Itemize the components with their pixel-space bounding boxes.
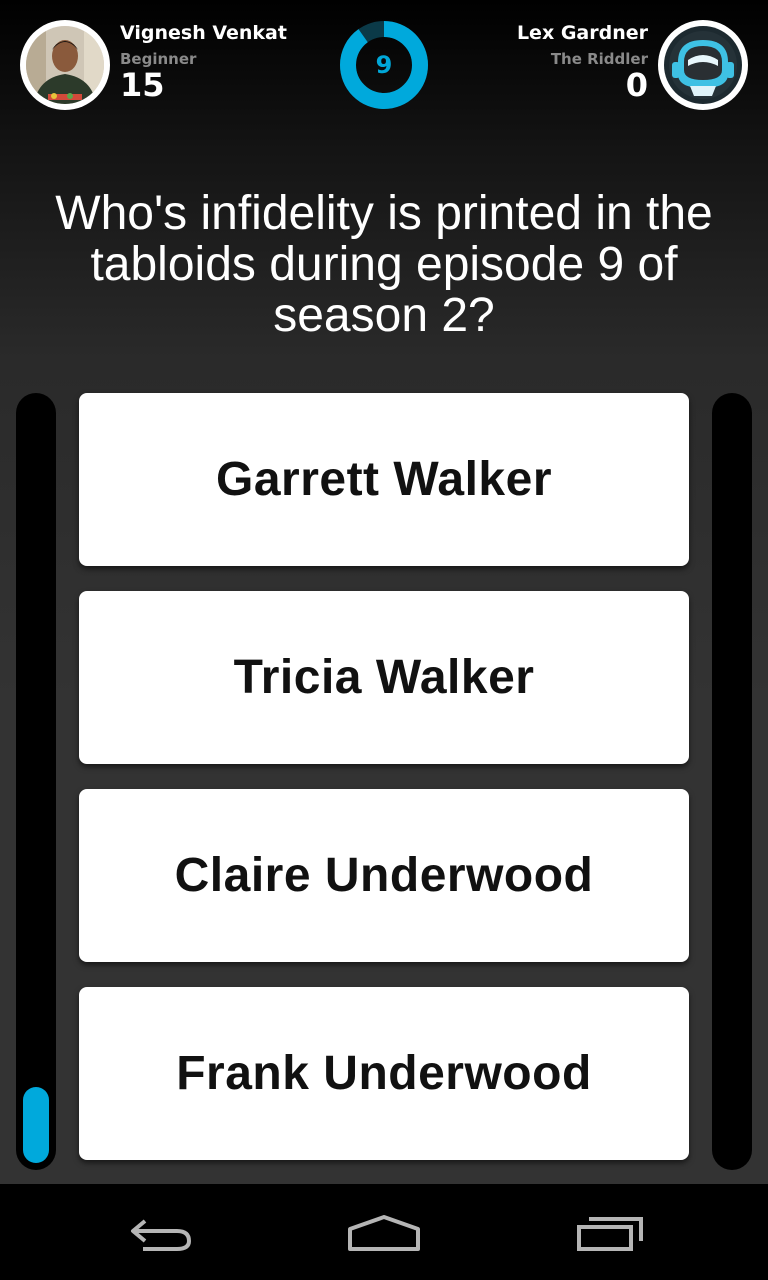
answer-option-4[interactable]: Frank Underwood	[79, 987, 689, 1160]
home-icon	[348, 1215, 420, 1251]
player-name-right: Lex Gardner	[516, 22, 648, 44]
player-score-left: 15	[120, 66, 165, 104]
answer-option-1[interactable]: Garrett Walker	[79, 393, 689, 566]
recent-apps-button[interactable]	[556, 1198, 666, 1268]
player-avatar-left	[20, 20, 110, 110]
home-button[interactable]	[329, 1198, 439, 1268]
answer-option-2[interactable]: Tricia Walker	[79, 591, 689, 764]
countdown-timer: 9	[338, 19, 430, 111]
back-icon	[131, 1219, 192, 1251]
score-progress-left	[16, 393, 56, 1170]
score-progress-right	[712, 393, 752, 1170]
score-progress-left-fill	[23, 1086, 49, 1163]
player-photo	[26, 26, 104, 104]
system-nav-bar	[0, 1184, 768, 1280]
player-score-right: 0	[625, 66, 648, 104]
robot-avatar-icon	[664, 26, 742, 104]
player-avatar-right	[658, 20, 748, 110]
timer-value: 9	[375, 51, 393, 79]
recent-apps-icon	[577, 1217, 643, 1251]
answer-option-3[interactable]: Claire Underwood	[79, 789, 689, 962]
back-button[interactable]	[106, 1198, 216, 1268]
player-name-left: Vignesh Venkat	[120, 22, 287, 44]
question-text: Who's infidelity is printed in the tablo…	[55, 187, 713, 342]
game-screen: Vignesh Venkat Beginner 15 9 Lex Gardner…	[0, 0, 768, 1184]
